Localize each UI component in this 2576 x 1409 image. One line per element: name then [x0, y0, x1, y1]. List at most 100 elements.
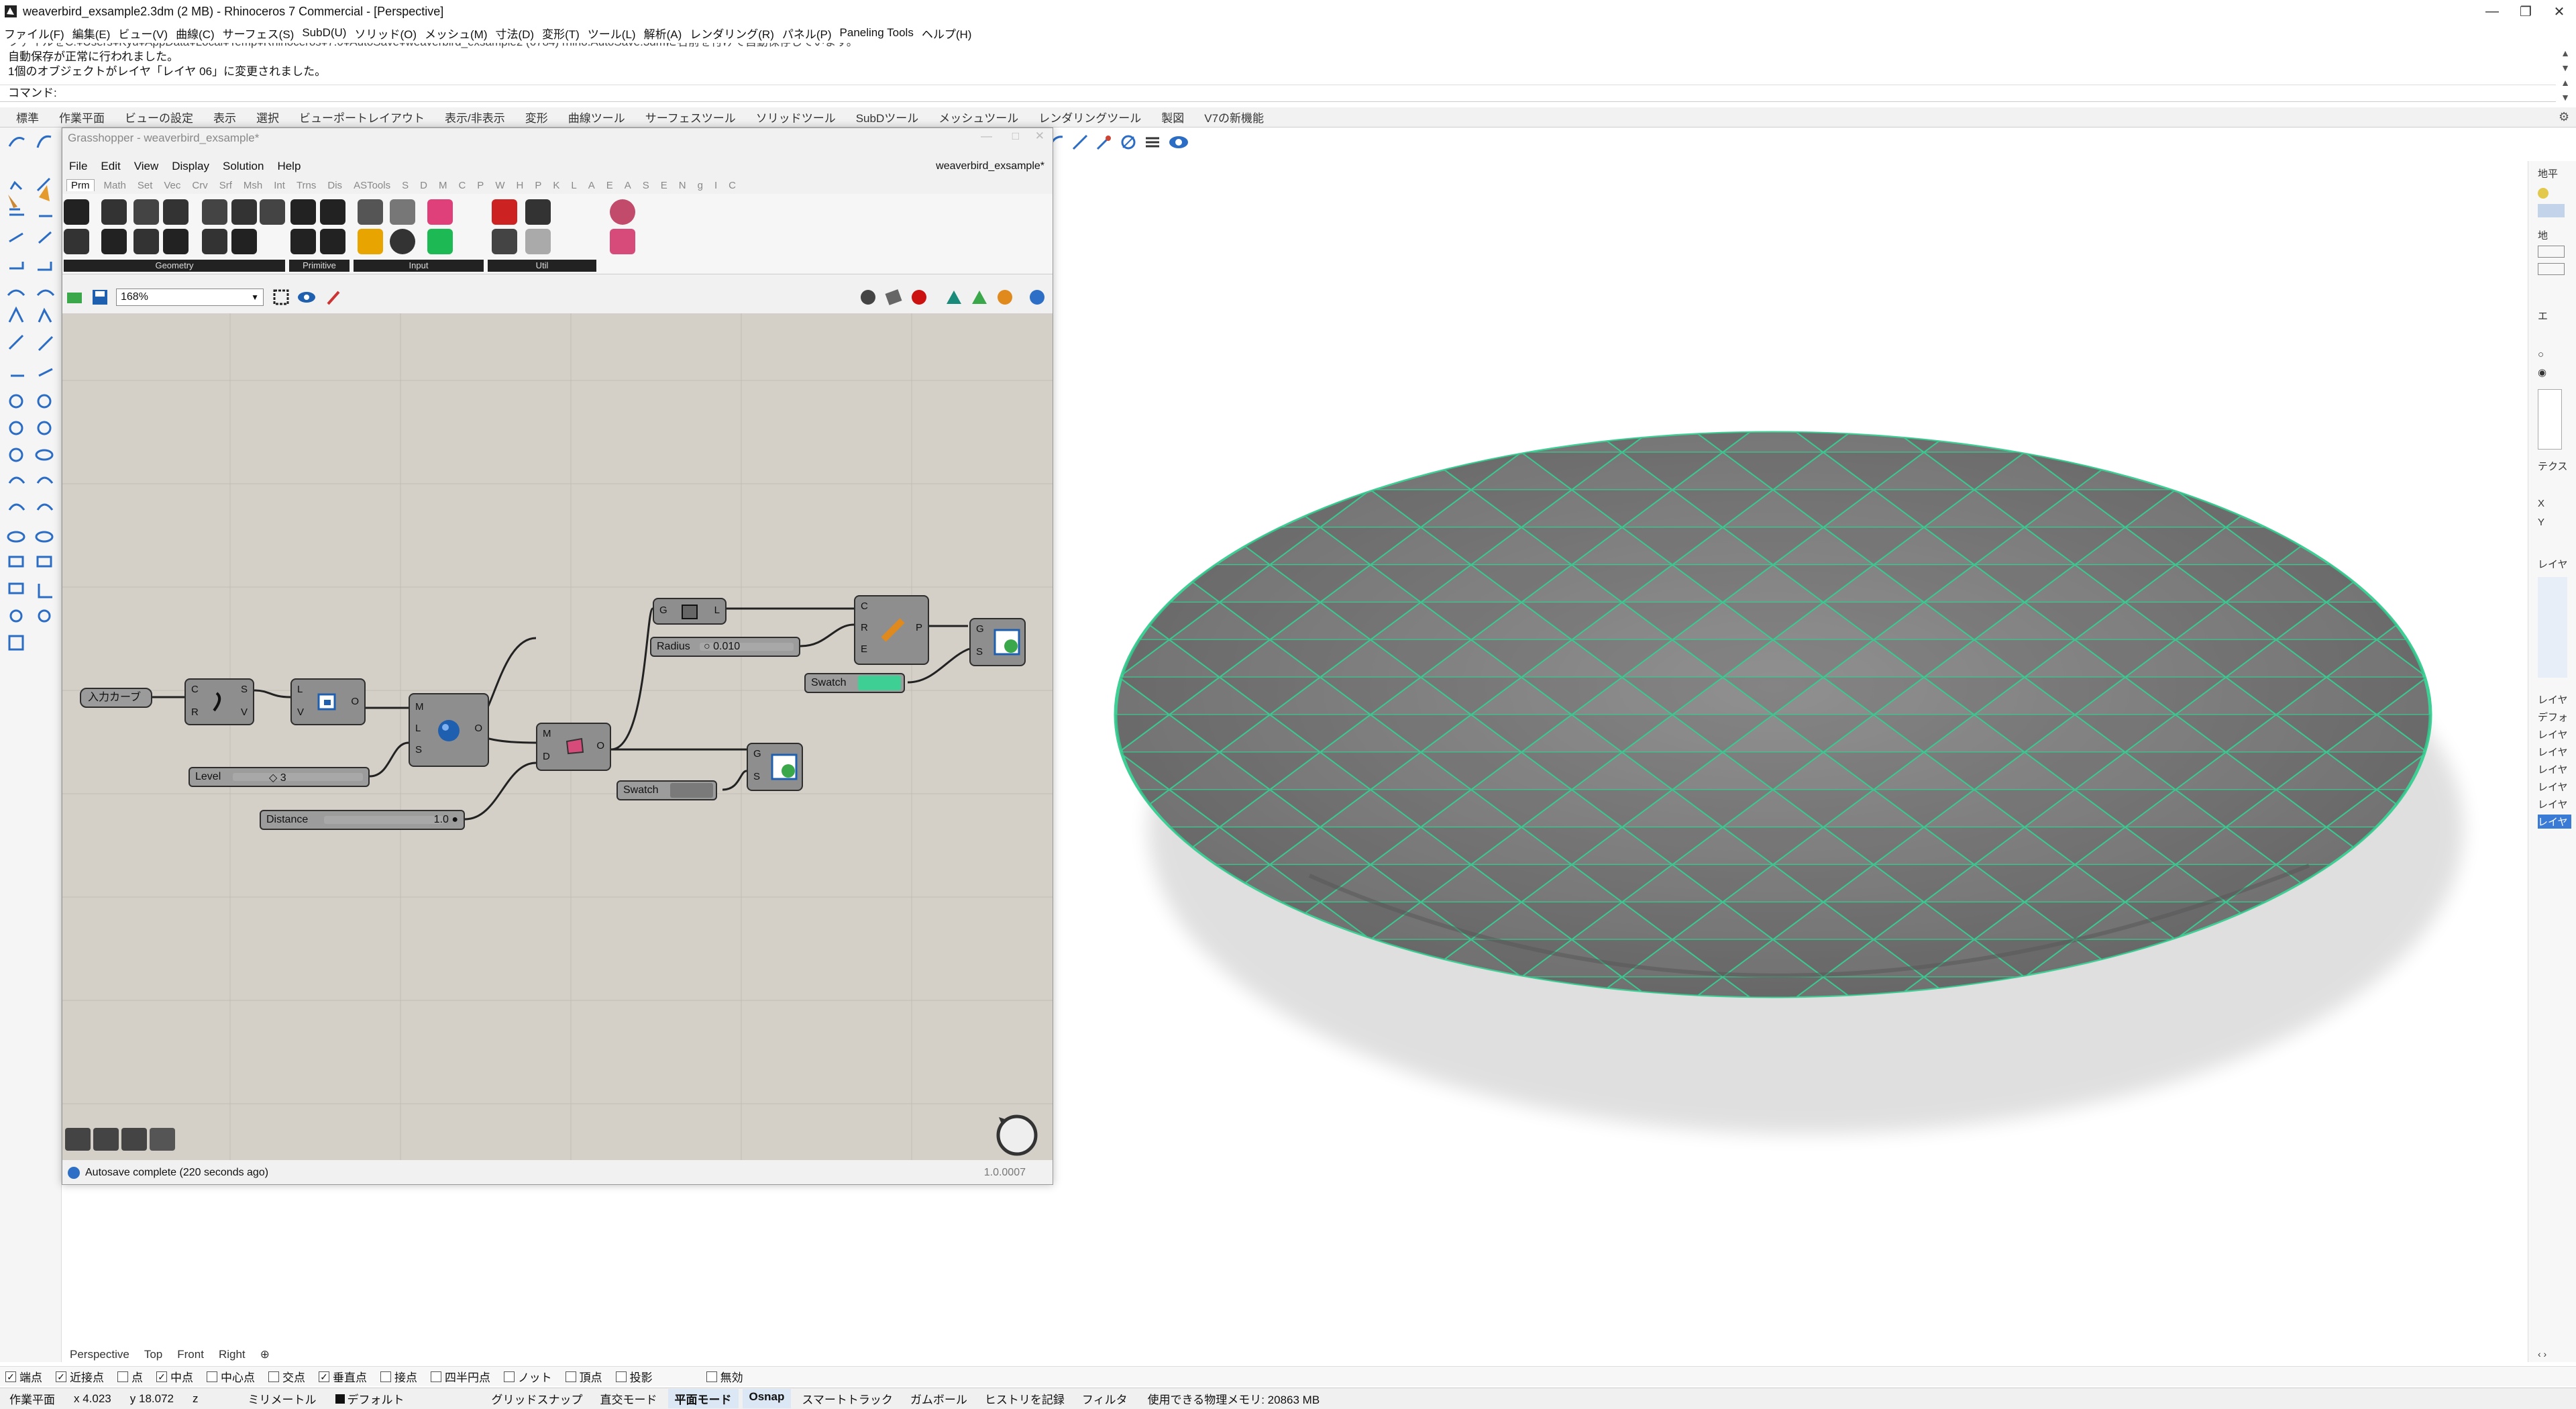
gh-tab-12[interactable]: D [420, 180, 427, 191]
number-param-icon[interactable] [290, 199, 316, 225]
toggle-input-icon[interactable] [390, 229, 415, 254]
zoom-combo[interactable]: 168% ▼ [116, 289, 264, 306]
status-layer[interactable]: デフォルト [326, 1390, 485, 1407]
tab-mesh-tools[interactable]: メッシュツール [938, 109, 1018, 125]
osnap-checkbox[interactable] [431, 1371, 441, 1382]
menu-surface[interactable]: サーフェス(S) [223, 25, 294, 42]
gh-tab-0[interactable]: Prm [66, 179, 95, 191]
gh-tab-27[interactable]: g [698, 180, 703, 191]
flask-icon[interactable] [610, 229, 635, 254]
offset-component[interactable]: M D O [536, 723, 611, 771]
brep-param-icon[interactable] [260, 199, 285, 225]
minimize-button[interactable]: — [2475, 0, 2509, 23]
tab-cplanes[interactable]: 作業平面 [59, 109, 105, 125]
integer-param-icon[interactable] [290, 229, 316, 254]
gh-tab-28[interactable]: I [714, 180, 717, 191]
input-curve-param[interactable]: 入力カーブ [80, 688, 152, 708]
gh-tab-5[interactable]: Srf [219, 180, 232, 191]
panel-scroll-arrows[interactable]: ‹ › [2538, 1349, 2546, 1359]
menu-panels[interactable]: パネル(P) [782, 25, 832, 42]
point-edit-icon[interactable] [1095, 133, 1114, 152]
slider-input-icon[interactable] [390, 199, 415, 225]
tab-subd-tools[interactable]: SubDツール [856, 109, 919, 125]
osnap-checkbox[interactable]: ✓ [319, 1371, 329, 1382]
cluster-icon[interactable] [492, 229, 517, 254]
osnap-11[interactable]: 投影 [615, 1368, 653, 1385]
gh-minimize-button[interactable]: — [981, 129, 992, 143]
osnap-checkbox[interactable] [380, 1371, 391, 1382]
mesh-param-icon[interactable] [202, 199, 227, 225]
eye-icon[interactable] [1167, 133, 1190, 152]
panel-dropdown[interactable] [2538, 389, 2562, 450]
radio-icon[interactable]: ○ [2538, 349, 2544, 360]
navigation-compass-icon[interactable] [994, 1112, 1040, 1159]
tab-viewport-layout[interactable]: ビューポートレイアウト [299, 109, 425, 125]
ribbon-label-util[interactable]: Util [488, 260, 596, 272]
menu-render[interactable]: レンダリング(R) [690, 25, 774, 42]
rotate-icon[interactable] [610, 199, 635, 225]
osnap-12[interactable]: 無効 [706, 1368, 743, 1385]
osnap-checkbox[interactable] [268, 1371, 279, 1382]
gh-tab-21[interactable]: A [588, 180, 595, 191]
menu-view[interactable]: ビュー(V) [118, 25, 168, 42]
plane-param-icon[interactable] [133, 229, 159, 254]
osnap-8[interactable]: 四半円点 [431, 1368, 490, 1385]
gh-tab-17[interactable]: H [516, 180, 523, 191]
gh-tab-23[interactable]: A [625, 180, 631, 191]
status-toggle-1[interactable]: 直交モード [594, 1389, 664, 1408]
divide-curve-component[interactable]: C R S V [184, 678, 254, 725]
transform-param-icon[interactable] [231, 229, 257, 254]
menu-mesh[interactable]: メッシュ(M) [425, 25, 487, 42]
slider-track[interactable] [324, 816, 443, 824]
osnap-checkbox[interactable]: ✓ [156, 1371, 167, 1382]
field-param-icon[interactable] [64, 229, 89, 254]
swatch-color[interactable] [858, 676, 901, 690]
layer-icons[interactable] [2538, 577, 2567, 678]
ribbon-label-geometry[interactable]: Geometry [64, 260, 285, 272]
gh-maximize-button[interactable]: □ [1012, 129, 1019, 143]
tab-set-view[interactable]: ビューの設定 [125, 109, 193, 125]
gh-tab-15[interactable]: P [477, 180, 484, 191]
subdivision-component[interactable]: M L S O [409, 693, 489, 767]
arrow-icon[interactable] [525, 199, 551, 225]
osnap-4[interactable]: 中心点 [207, 1368, 255, 1385]
surface-param-icon[interactable] [163, 199, 189, 225]
gh-tab-19[interactable]: K [553, 180, 559, 191]
gh-tab-26[interactable]: N [679, 180, 686, 191]
viewport-tab-perspective[interactable]: Perspective [70, 1348, 129, 1361]
open-file-icon[interactable] [65, 288, 84, 307]
gh-tab-7[interactable]: Int [274, 180, 285, 191]
gh-tab-25[interactable]: E [661, 180, 667, 191]
point-param-icon[interactable] [231, 199, 257, 225]
menu-paneling-tools[interactable]: Paneling Tools [840, 26, 914, 40]
cherry-icon[interactable] [492, 199, 517, 225]
command-line[interactable]: コマンド: [0, 85, 2556, 102]
grasshopper-window[interactable]: Grasshopper - weaverbird_exsample* — □ ✕… [62, 127, 1053, 1185]
osnap-checkbox[interactable] [706, 1371, 717, 1382]
gh-tab-16[interactable]: W [495, 180, 504, 191]
mesh-component[interactable]: L V O [290, 678, 366, 725]
distance-slider[interactable]: Distance 1.0 ● [260, 810, 465, 830]
panel-input-icon[interactable] [358, 199, 383, 225]
status-toggle-3[interactable]: Osnap [742, 1389, 792, 1408]
menu-analyze[interactable]: 解析(A) [644, 25, 682, 42]
geometry-param-icon[interactable] [64, 199, 89, 225]
ribbon-label-primitive[interactable]: Primitive [289, 260, 350, 272]
panel-field[interactable] [2538, 246, 2565, 258]
layer-selected[interactable]: レイヤ [2538, 815, 2571, 829]
osnap-checkbox[interactable] [615, 1371, 627, 1382]
gh-tab-14[interactable]: C [458, 180, 466, 191]
menu-transform[interactable]: 変形(T) [542, 25, 580, 42]
group-param-icon[interactable] [202, 229, 227, 254]
viewport-tab-front[interactable]: Front [177, 1348, 204, 1361]
close-button[interactable]: ✕ [2542, 0, 2576, 23]
add-viewport-icon[interactable]: ⊕ [260, 1348, 270, 1361]
line-tool-icon[interactable] [1071, 133, 1089, 152]
gh-tab-3[interactable]: Vec [164, 180, 180, 191]
menu-subd[interactable]: SubD(U) [302, 26, 346, 40]
tab-drafting[interactable]: 製図 [1161, 109, 1184, 125]
tab-transform[interactable]: 変形 [525, 109, 548, 125]
gh-tab-10[interactable]: ASTools [354, 180, 390, 191]
gh-tab-13[interactable]: M [439, 180, 447, 191]
tab-select[interactable]: 選択 [256, 109, 279, 125]
